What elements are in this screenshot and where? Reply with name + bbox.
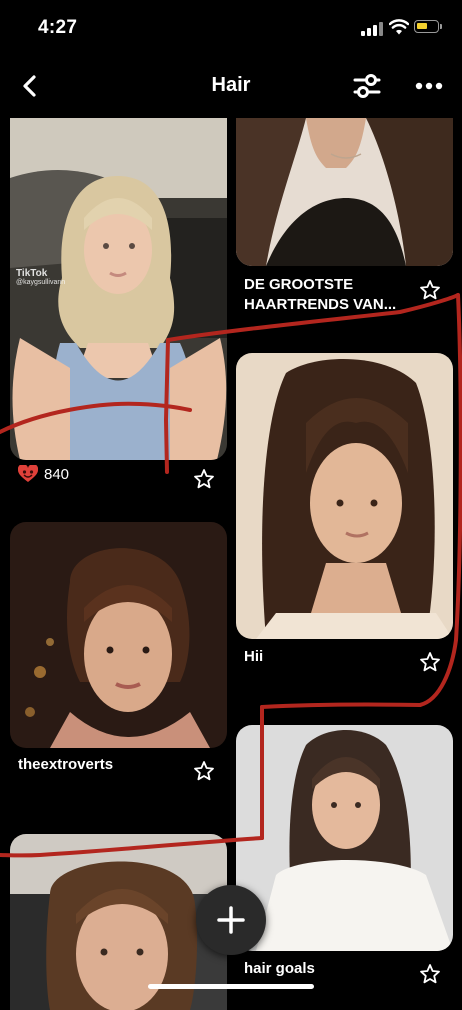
more-options-button[interactable] [414, 74, 444, 98]
page-title: Hair [211, 74, 251, 96]
status-time: 4:27 [38, 17, 78, 38]
battery-icon [414, 20, 442, 33]
reaction-count-label: 840 [44, 465, 70, 483]
pin-caption: DE GROOTSTE HAARTRENDS VAN... [244, 276, 397, 313]
board-header: Hair [0, 60, 462, 112]
plus-icon [217, 906, 245, 934]
save-star-icon[interactable] [419, 963, 441, 985]
pin-caption: theextroverts [18, 756, 114, 773]
pin-image-hair-goals[interactable] [236, 725, 453, 951]
filter-sliders-button[interactable] [352, 72, 382, 100]
pin-image-blonde-bangs[interactable]: TikTok @kaygsullivann [10, 118, 227, 460]
create-pin-button[interactable] [196, 885, 266, 955]
pin-image-curtain-bangs[interactable] [236, 353, 453, 639]
heart-eyes-reaction-icon [18, 465, 38, 482]
pin-image-long-brown-hair[interactable] [236, 118, 453, 266]
save-star-icon[interactable] [193, 468, 215, 490]
reaction-count[interactable]: 840 [18, 464, 69, 484]
cellular-signal-icon [361, 22, 383, 36]
tiktok-watermark: TikTok @kaygsullivann [16, 268, 66, 286]
pin-caption: Hii [244, 648, 264, 665]
pin-caption: hair goals [244, 960, 315, 977]
save-star-icon[interactable] [193, 760, 215, 782]
save-star-icon[interactable] [419, 279, 441, 301]
wifi-icon [389, 19, 409, 35]
home-indicator[interactable] [148, 984, 314, 989]
pin-image-messy-updo[interactable] [10, 522, 227, 748]
status-bar: 4:27 [0, 0, 462, 56]
save-star-icon[interactable] [419, 651, 441, 673]
